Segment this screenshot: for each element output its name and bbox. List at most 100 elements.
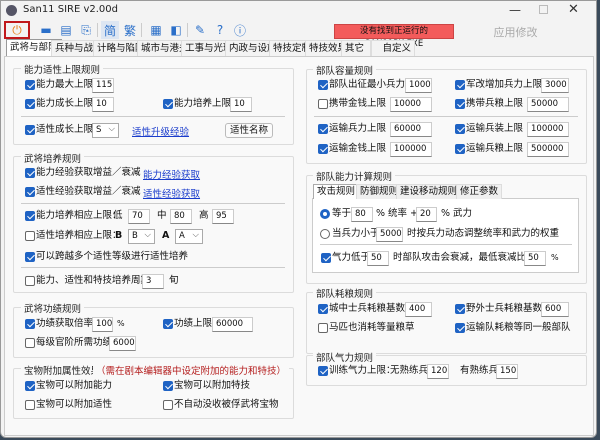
apply-button[interactable]: 应用修改	[468, 24, 563, 40]
no-confiscate-checkbox[interactable]	[163, 400, 173, 410]
label: 运输金钱上限	[329, 143, 387, 154]
ability-cap-checkbox[interactable]	[25, 211, 35, 221]
equal-radio[interactable]	[320, 209, 330, 219]
growth-limit-input[interactable]: 10	[92, 97, 114, 112]
edit-icon[interactable]: ✎	[191, 21, 209, 39]
aptitude-limit-select[interactable]: S	[92, 123, 119, 138]
min-troops-checkbox[interactable]	[318, 80, 328, 90]
horse-food-checkbox[interactable]	[318, 323, 328, 333]
cross-level-checkbox[interactable]	[25, 252, 35, 262]
open-folder-icon[interactable]: ▬	[37, 21, 55, 39]
aptitude-limit-checkbox[interactable]	[25, 125, 35, 135]
max-ability-checkbox[interactable]	[25, 80, 35, 90]
aptitude-cap-checkbox[interactable]	[25, 231, 35, 241]
treasure-ability-checkbox[interactable]	[25, 381, 35, 391]
reform-troops-input[interactable]: 3000	[541, 78, 569, 93]
field-food-checkbox[interactable]	[455, 304, 465, 314]
label: %	[117, 319, 125, 328]
label: 运输兵装上限	[466, 123, 524, 134]
train-period-input[interactable]: 3	[142, 274, 164, 289]
label: % 武力	[441, 208, 473, 219]
tab-attack[interactable]: 攻击规则	[313, 184, 360, 199]
label: A	[162, 230, 170, 241]
label: 不自动没收被俘武将宝物	[174, 399, 279, 410]
grid-icon[interactable]: ▦	[147, 21, 165, 39]
aptitude-name-button[interactable]: 适性名称	[225, 123, 273, 138]
ability-exp-checkbox[interactable]	[25, 168, 35, 178]
train-limit-input[interactable]: 10	[230, 97, 252, 112]
maximize-button[interactable]	[539, 5, 548, 14]
save-as-icon[interactable]: ⎘	[77, 21, 95, 39]
label: 高	[199, 210, 209, 221]
train-period-checkbox[interactable]	[25, 276, 35, 286]
label: 马匹也消耗等量粮草	[329, 322, 415, 333]
rank-merit-checkbox[interactable]	[25, 338, 35, 348]
carry-gold-input[interactable]: 10000	[390, 97, 432, 112]
city-food-checkbox[interactable]	[318, 304, 328, 314]
transport-troops-input[interactable]: 60000	[390, 122, 432, 137]
low-cap-input[interactable]: 70	[128, 209, 150, 224]
city-food-input[interactable]: 400	[405, 302, 432, 317]
minimize-button[interactable]: —	[509, 3, 521, 17]
group-title: 部队容量规则	[313, 63, 377, 77]
aptitude-a-select[interactable]: A	[175, 229, 203, 244]
aptitude-exp-gain-link[interactable]: 适性经验获取	[143, 186, 200, 200]
tab-build-move[interactable]: 建设移动规则	[396, 184, 462, 199]
high-cap-input[interactable]: 95	[212, 209, 234, 224]
carry-gold-checkbox[interactable]	[318, 99, 328, 109]
treasure-aptitude-checkbox[interactable]	[25, 400, 35, 410]
field-food-input[interactable]: 600	[541, 302, 569, 317]
untrained-morale-input[interactable]: 120	[427, 364, 449, 379]
dynamic-radio[interactable]	[320, 229, 330, 239]
war-pct-input[interactable]: 20	[416, 207, 437, 222]
tab-custom-pack[interactable]: 自定义包	[371, 40, 415, 69]
ability-exp-link[interactable]: 能力经验获取	[143, 167, 200, 181]
status-banner: 没有找到正运行的SAN11PK.EXE	[334, 24, 454, 49]
simplified-icon[interactable]: 简	[101, 21, 119, 39]
morale-threshold-input[interactable]: 50	[367, 251, 389, 266]
aptitude-exp-link[interactable]: 适性升级经验	[132, 124, 189, 138]
merit-cap-input[interactable]: 60000	[212, 317, 253, 332]
dynamic-troops-input[interactable]: 5000	[376, 227, 403, 242]
mid-cap-input[interactable]: 80	[170, 209, 192, 224]
transport-food-checkbox[interactable]	[455, 144, 465, 154]
min-troops-input[interactable]: 1000	[405, 78, 432, 93]
help-icon[interactable]: ?	[211, 21, 229, 39]
reform-troops-checkbox[interactable]	[455, 80, 465, 90]
treasure-skill-checkbox[interactable]	[163, 381, 173, 391]
label: 能力成长上限	[36, 98, 94, 109]
max-ability-input[interactable]: 115	[92, 78, 114, 93]
tab-other[interactable]: 其它	[341, 40, 371, 56]
merit-rate-input[interactable]: 100	[92, 317, 113, 332]
transport-food-same-checkbox[interactable]	[455, 323, 465, 333]
train-morale-checkbox[interactable]	[318, 366, 328, 376]
treasure-note: （需在剧本编辑器中设定附加的能力和特技）	[93, 363, 290, 377]
transport-troops-checkbox[interactable]	[318, 124, 328, 134]
transport-weapons-checkbox[interactable]	[455, 124, 465, 134]
morale-decay-checkbox[interactable]	[321, 253, 331, 263]
aptitude-exp-checkbox[interactable]	[25, 187, 35, 197]
tab-modifiers[interactable]: 修正参数	[456, 184, 503, 199]
traditional-icon[interactable]: 繁	[121, 21, 139, 39]
carry-food-checkbox[interactable]	[455, 99, 465, 109]
aptitude-b-select[interactable]: B	[128, 229, 155, 244]
train-limit-checkbox[interactable]	[163, 99, 173, 109]
merit-rate-checkbox[interactable]	[25, 319, 35, 329]
growth-limit-checkbox[interactable]	[25, 99, 35, 109]
transport-weapons-input[interactable]: 100000	[527, 122, 569, 137]
leadership-pct-input[interactable]: 80	[351, 207, 373, 222]
min-decay-input[interactable]: 50	[524, 251, 546, 266]
tiles-icon[interactable]: ◧	[167, 21, 185, 39]
power-icon[interactable]: ⏻	[4, 21, 30, 39]
merit-cap-checkbox[interactable]	[163, 319, 173, 329]
save-icon[interactable]: ▤	[57, 21, 75, 39]
trained-morale-input[interactable]: 150	[496, 364, 518, 379]
info-icon[interactable]: ⓘ	[231, 21, 249, 39]
close-button[interactable]: ✕	[568, 2, 579, 17]
transport-gold-input[interactable]: 100000	[390, 142, 432, 157]
transport-gold-checkbox[interactable]	[318, 144, 328, 154]
group-title: 能力适性上限规则	[21, 62, 104, 76]
transport-food-input[interactable]: 500000	[527, 142, 569, 157]
rank-merit-input[interactable]: 6000	[109, 336, 136, 351]
carry-food-input[interactable]: 50000	[527, 97, 569, 112]
